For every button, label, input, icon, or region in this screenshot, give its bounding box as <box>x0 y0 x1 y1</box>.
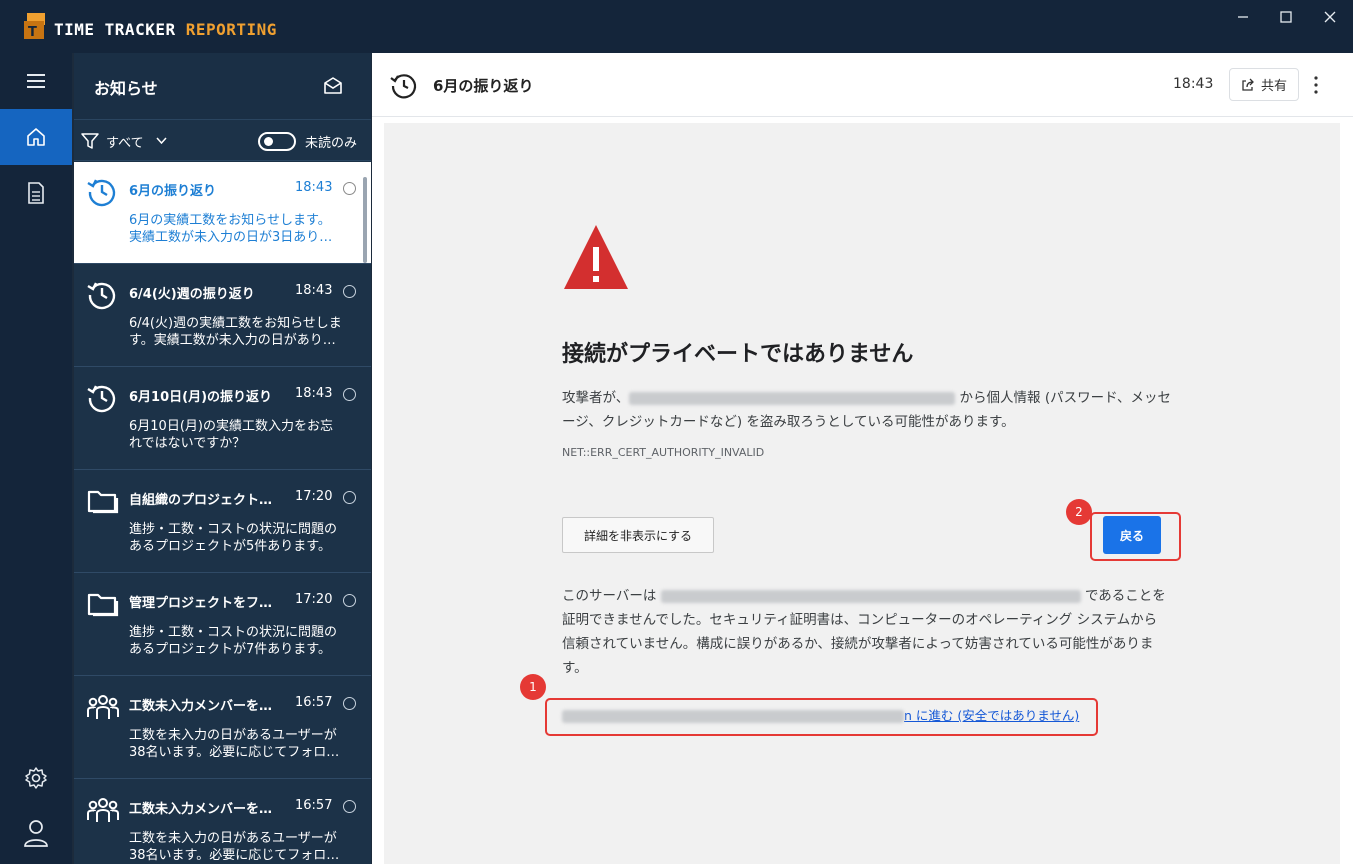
menu-icon[interactable] <box>0 53 72 109</box>
filter-dropdown[interactable]: すべて <box>106 132 144 151</box>
notification-body: 工数を未入力の日があるユーザーが 38名います。必要に応じてフォロ… <box>129 831 340 863</box>
notification-item[interactable]: 自組織のプロジェクト… 17:20 進捗・工数・コストの状況に問題の あるプロジ… <box>74 471 371 573</box>
embedded-browser-error-page: 接続がプライベートではありません 攻撃者が、 から個人情報 (パスワード、メッセ… <box>384 123 1340 864</box>
app-logo-icon: T <box>24 13 45 39</box>
notification-title: 管理プロジェクトをフ… <box>129 596 273 611</box>
notification-time: 17:20 <box>295 489 333 504</box>
page-title: 6月の振り返り <box>433 77 534 95</box>
step-badge-1: 1 <box>520 674 546 700</box>
panel-header: お知らせ <box>74 53 371 119</box>
proceed-unsafe-link[interactable]: n に進む (安全ではありません) <box>562 705 1079 724</box>
more-options-icon[interactable] <box>1308 73 1324 97</box>
notification-item[interactable]: 管理プロジェクトをフ… 17:20 進捗・工数・コストの状況に問題の あるプロジ… <box>74 574 371 676</box>
redacted-host <box>660 589 1081 603</box>
unread-toggle-label: 未読のみ <box>305 136 358 151</box>
history-icon <box>86 176 118 212</box>
read-status-circle-icon[interactable] <box>343 594 356 607</box>
maximize-icon[interactable] <box>1271 6 1301 28</box>
notification-item[interactable]: 工数未入力メンバーを… 16:57 工数を未入力の日があるユーザーが 38名いま… <box>74 780 371 864</box>
content-area: 6月の振り返り 18:43 共有 接続がプライベートではありません 攻撃者が、 … <box>372 53 1353 864</box>
notification-title: 工数未入力メンバーを… <box>129 699 273 714</box>
panel-title: お知らせ <box>94 79 158 98</box>
notification-time: 18:43 <box>295 386 333 401</box>
notification-item[interactable]: 6/4(火)週の振り返り 18:43 6/4(火)週の実績工数をお知らせしま す… <box>74 265 371 367</box>
notification-body: 進捗・工数・コストの状況に問題の あるプロジェクトが5件あります。 <box>129 522 338 554</box>
redacted-host <box>562 710 904 723</box>
minimize-icon[interactable] <box>1228 6 1258 28</box>
read-status-circle-icon[interactable] <box>343 491 356 504</box>
redacted-host <box>629 391 956 405</box>
notification-item[interactable]: 6月の振り返り 18:43 6月の実績工数をお知らせします。 実績工数が未入力の… <box>74 162 371 264</box>
server-explanation: このサーバーは であることを証明できませんでした。セキュリティ証明書は、コンピュ… <box>562 588 1166 676</box>
notification-body: 6月10日(月)の実績工数入力をお忘 れではないですか？ <box>129 419 333 451</box>
filter-bar: すべて 未読のみ <box>74 119 371 161</box>
filter-icon[interactable] <box>80 131 100 151</box>
notification-title: 6月の振り返り <box>129 184 217 199</box>
notification-time: 16:57 <box>295 695 333 710</box>
title-bar: T TIME TRACKER REPORTING <box>0 0 1353 53</box>
app-title: TIME TRACKER REPORTING <box>54 20 277 39</box>
history-icon <box>86 279 118 315</box>
notification-title: 工数未入力メンバーを… <box>129 802 273 817</box>
chevron-down-icon[interactable] <box>156 137 167 145</box>
notification-body: 6月の実績工数をお知らせします。 実績工数が未入力の日が3日あり… <box>129 213 333 245</box>
error-code: NET::ERR_CERT_AUTHORITY_INVALID <box>562 446 765 459</box>
panel-scrollbar[interactable] <box>363 177 367 263</box>
read-status-circle-icon[interactable] <box>343 697 356 710</box>
gear-icon[interactable] <box>0 750 72 806</box>
folder-icon <box>86 485 120 521</box>
close-icon[interactable] <box>1315 6 1345 28</box>
notifications-panel: お知らせ すべて 未読のみ 6月の振り返り 18:43 6月の実績工数をお知らせ… <box>74 53 371 864</box>
share-icon <box>1242 78 1254 91</box>
user-icon[interactable] <box>0 805 72 861</box>
notification-time: 18:43 <box>295 180 333 195</box>
step-badge-2: 2 <box>1066 499 1092 525</box>
group-icon <box>86 794 120 830</box>
group-icon <box>86 691 120 727</box>
content-header: 6月の振り返り 18:43 共有 <box>372 53 1353 117</box>
notification-item[interactable]: 6月10日(月)の振り返り 18:43 6月10日(月)の実績工数入力をお忘 れ… <box>74 368 371 470</box>
notification-time: 17:20 <box>295 592 333 607</box>
notification-body: 進捗・工数・コストの状況に問題の あるプロジェクトが7件あります。 <box>129 625 338 657</box>
notification-title: 自組織のプロジェクト… <box>129 493 273 508</box>
history-icon <box>390 74 417 99</box>
notification-title: 6/4(火)週の振り返り <box>129 287 255 302</box>
share-button[interactable]: 共有 <box>1229 68 1299 101</box>
read-status-circle-icon[interactable] <box>343 388 356 401</box>
read-status-circle-icon[interactable] <box>343 800 356 813</box>
notification-body: 工数を未入力の日があるユーザーが 38名います。必要に応じてフォロ… <box>129 728 340 760</box>
unread-toggle[interactable] <box>258 132 296 151</box>
hide-details-button[interactable]: 詳細を非表示にする <box>562 517 714 553</box>
notification-body: 6/4(火)週の実績工数をお知らせしま す。実績工数が未入力の日があり… <box>129 316 342 348</box>
svg-text:T: T <box>28 25 37 39</box>
error-description: 攻撃者が、 から個人情報 (パスワード、メッセージ、クレジットカードなど) を盗… <box>562 390 1172 430</box>
page-time: 18:43 <box>1173 76 1214 92</box>
left-rail <box>0 53 72 864</box>
notification-time: 18:43 <box>295 283 333 298</box>
folder-icon <box>86 588 120 624</box>
history-icon <box>86 382 118 418</box>
read-status-circle-icon[interactable] <box>343 182 356 195</box>
mark-read-icon[interactable] <box>322 75 344 97</box>
document-icon[interactable] <box>0 165 72 221</box>
notification-title: 6月10日(月)の振り返り <box>129 390 273 405</box>
home-icon[interactable] <box>0 109 72 165</box>
read-status-circle-icon[interactable] <box>343 285 356 298</box>
back-button[interactable]: 戻る <box>1103 516 1161 554</box>
notification-item[interactable]: 工数未入力メンバーを… 16:57 工数を未入力の日があるユーザーが 38名いま… <box>74 677 371 779</box>
warning-triangle-icon <box>564 225 628 289</box>
error-heading: 接続がプライベートではありません <box>562 342 914 367</box>
notification-time: 16:57 <box>295 798 333 813</box>
